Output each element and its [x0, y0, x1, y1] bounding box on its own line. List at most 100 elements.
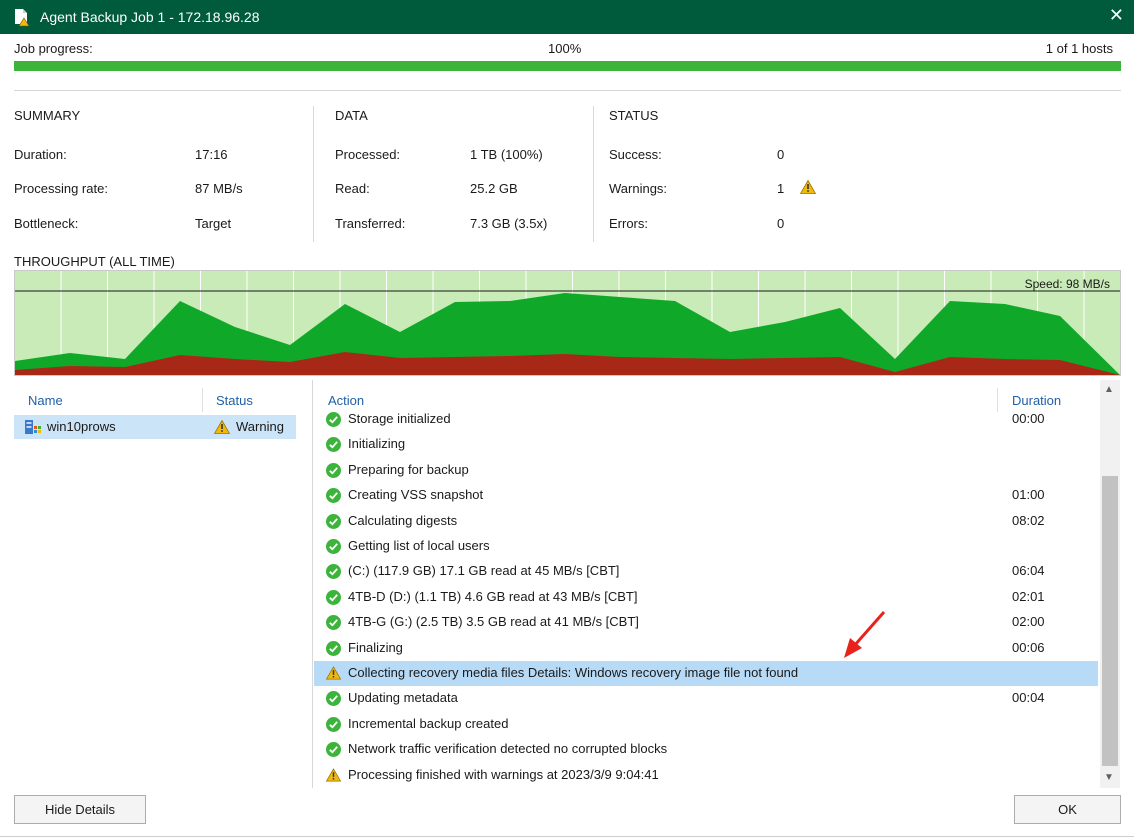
status-header: STATUS — [609, 108, 659, 123]
action-text: Processing finished with warnings at 202… — [348, 766, 659, 782]
action-row[interactable]: (C:) (117.9 GB) 17.1 GB read at 45 MB/s … — [314, 559, 1098, 584]
warning-icon — [325, 666, 342, 681]
action-text: Network traffic verification detected no… — [348, 741, 668, 757]
section-divider — [313, 106, 314, 242]
success-check-icon — [326, 691, 341, 707]
warning-icon — [799, 179, 817, 194]
processing-rate-value: 87 MB/s — [195, 181, 243, 196]
success-label: Success: — [609, 147, 662, 162]
action-text: Calculating digests — [348, 512, 458, 528]
data-header: DATA — [335, 108, 368, 123]
action-row[interactable]: 4TB-D (D:) (1.1 TB) 4.6 GB read at 43 MB… — [314, 585, 1098, 610]
errors-label: Errors: — [609, 216, 648, 231]
processed-label: Processed: — [335, 147, 401, 162]
action-row[interactable]: Calculating digests 08:02 — [314, 509, 1098, 534]
action-row[interactable]: Getting list of local users — [314, 534, 1098, 559]
progress-label: Job progress: — [14, 41, 93, 56]
warnings-value: 1 — [777, 181, 785, 196]
action-duration: 06:04 — [1012, 563, 1045, 579]
vm-status: Warning — [236, 419, 284, 434]
action-text: Creating VSS snapshot — [348, 487, 484, 503]
success-check-icon — [326, 716, 341, 732]
action-text: Updating metadata — [348, 690, 458, 706]
action-text: Initializing — [348, 436, 406, 452]
action-text: Finalizing — [348, 639, 403, 655]
success-check-icon — [326, 615, 341, 631]
action-row[interactable]: 4TB-G (G:) (2.5 TB) 3.5 GB read at 41 MB… — [314, 610, 1098, 635]
action-text: (C:) (117.9 GB) 17.1 GB read at 45 MB/s … — [348, 563, 620, 579]
success-check-icon — [326, 589, 341, 605]
window-bottom-border — [0, 836, 1134, 837]
warning-icon — [213, 419, 231, 437]
vm-list-panel: Name Status win10prows Warning — [14, 380, 313, 788]
computer-icon — [24, 418, 42, 439]
action-row[interactable]: Creating VSS snapshot 01:00 — [314, 483, 1098, 508]
duration-label: Duration: — [14, 147, 67, 162]
action-duration: 02:01 — [1012, 588, 1045, 604]
column-header-status[interactable]: Status — [216, 393, 253, 408]
action-text: Preparing for backup — [348, 461, 469, 477]
success-check-icon — [326, 640, 341, 656]
throughput-chart: Speed: 98 MB/s — [14, 270, 1121, 376]
speed-label: Speed: 98 MB/s — [1024, 277, 1110, 291]
window-title: Agent Backup Job 1 - 172.18.96.28 — [40, 9, 260, 25]
column-header-name[interactable]: Name — [28, 393, 63, 408]
warning-icon — [325, 767, 342, 783]
job-progress-bar — [14, 61, 1121, 71]
hide-details-button[interactable]: Hide Details — [14, 795, 146, 824]
throughput-chart-svg — [15, 271, 1120, 375]
success-check-icon — [326, 437, 341, 453]
warnings-label: Warnings: — [609, 181, 668, 196]
scroll-up-icon[interactable]: ▲ — [1104, 384, 1114, 395]
throughput-title: THROUGHPUT (ALL TIME) — [14, 254, 175, 269]
action-duration: 00:00 — [1012, 411, 1045, 426]
summary-header: SUMMARY — [14, 108, 81, 123]
action-row[interactable]: Storage initialized 00:00 — [314, 407, 1098, 432]
action-text: Incremental backup created — [348, 715, 509, 731]
action-text: Getting list of local users — [348, 538, 490, 553]
processing-rate-label: Processing rate: — [14, 181, 108, 196]
transferred-label: Transferred: — [335, 216, 406, 231]
action-text: 4TB-D (D:) (1.1 TB) 4.6 GB read at 43 MB… — [348, 588, 638, 604]
action-row[interactable]: Incremental backup created — [314, 712, 1098, 737]
errors-value: 0 — [777, 216, 785, 231]
title-bar: Agent Backup Job 1 - 172.18.96.28 ✕ — [0, 0, 1134, 34]
success-check-icon — [326, 412, 341, 427]
read-label: Read: — [335, 181, 370, 196]
action-log-scrollbar[interactable]: ▲ ▼ — [1100, 380, 1120, 788]
action-row[interactable]: Preparing for backup — [314, 458, 1098, 483]
progress-percent: 100% — [548, 41, 582, 56]
vm-name: win10prows — [47, 419, 116, 434]
action-row[interactable]: Updating metadata 00:04 — [314, 686, 1098, 711]
ok-button[interactable]: OK — [1014, 795, 1121, 824]
action-duration: 00:06 — [1012, 639, 1045, 655]
action-row[interactable]: Finalizing 00:06 — [314, 636, 1098, 661]
action-row[interactable]: Processing finished with warnings at 202… — [314, 763, 1098, 788]
action-duration: 00:04 — [1012, 690, 1045, 706]
action-log-panel: Action Duration Storage initialized 00:00… — [314, 380, 1120, 788]
success-check-icon — [326, 513, 341, 529]
divider — [14, 90, 1121, 91]
action-duration: 08:02 — [1012, 512, 1045, 528]
success-check-icon — [326, 488, 341, 504]
action-text: 4TB-G (G:) (2.5 TB) 3.5 GB read at 41 MB… — [348, 614, 639, 630]
bottleneck-label: Bottleneck: — [14, 216, 79, 231]
progress-hosts: 1 of 1 hosts — [1045, 41, 1113, 56]
scroll-thumb[interactable] — [1102, 476, 1118, 766]
transferred-value: 7.3 GB (3.5x) — [470, 216, 548, 231]
success-check-icon — [326, 462, 341, 478]
close-button[interactable]: ✕ — [1109, 5, 1124, 26]
action-duration: 01:00 — [1012, 487, 1045, 503]
action-row[interactable]: Initializing — [314, 432, 1098, 457]
action-row[interactable]: Network traffic verification detected no… — [314, 737, 1098, 762]
scroll-down-icon[interactable]: ▼ — [1104, 772, 1114, 783]
action-duration: 02:00 — [1012, 614, 1045, 630]
column-header-duration[interactable]: Duration — [1012, 393, 1061, 408]
read-value: 25.2 GB — [470, 181, 518, 196]
action-row[interactable]: Collecting recovery media files Details:… — [314, 661, 1098, 686]
column-header-action[interactable]: Action — [328, 393, 364, 408]
success-check-icon — [326, 742, 341, 758]
vm-row[interactable]: win10prows Warning — [14, 415, 296, 439]
success-value: 0 — [777, 147, 785, 162]
annotation-arrow-icon — [844, 611, 886, 658]
